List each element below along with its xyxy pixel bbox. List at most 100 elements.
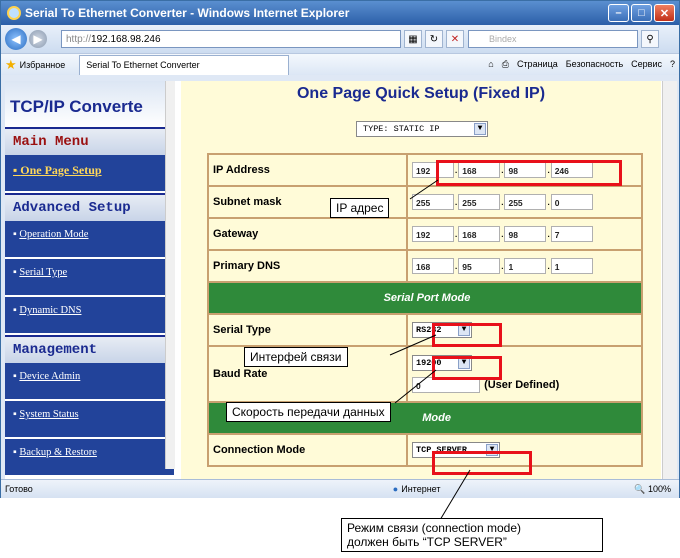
zoom-value: 100% <box>647 483 671 494</box>
address-bar: ◀ ▶ http://192.168.98.246 ▦ ↻ ✕ Bindex ⚲ <box>1 25 679 53</box>
row-gateway: Gateway 192. 168. 98. 7 <box>207 217 643 251</box>
browser-window: Serial To Ethernet Converter - Windows I… <box>0 0 680 498</box>
back-button[interactable]: ◀ <box>5 28 27 50</box>
row-dns: Primary DNS 168. 95. 1. 1 <box>207 249 643 283</box>
sidebar-item-label: Backup & Restore <box>19 447 97 458</box>
gateway-label: Gateway <box>207 217 408 251</box>
url-host: 192.168.98.246 <box>91 33 161 45</box>
subnet-octet-1[interactable]: 255 <box>412 194 454 210</box>
subnet-octet-4[interactable]: 0 <box>550 194 593 210</box>
ie-logo-icon <box>7 6 21 20</box>
annotation-interface: Интерфей связи <box>244 347 348 367</box>
sidebar-item-label: Device Admin <box>19 371 81 382</box>
title-bar: Serial To Ethernet Converter - Windows I… <box>1 1 679 25</box>
annotation-baud: Скорость передачи данных <box>226 402 391 422</box>
status-bar: Готово ● Интернет 🔍 100% <box>1 479 679 498</box>
dns-octet-3[interactable]: 1 <box>504 258 547 274</box>
row-connection-mode: Connection Mode TCP SERVER ▼ <box>207 433 643 467</box>
gateway-octet-1[interactable]: 192 <box>412 226 454 242</box>
favorites-label[interactable]: Избранное <box>20 60 66 70</box>
forward-button[interactable]: ▶ <box>29 30 47 48</box>
maximize-button[interactable]: □ <box>631 4 652 22</box>
sidebar-item-label: Operation Mode <box>19 229 89 240</box>
annotation-mode-line-2: должен быть “TCP SERVER” <box>347 535 507 549</box>
conn-mode-label: Connection Mode <box>207 433 408 467</box>
search-icon[interactable]: ⚲ <box>641 30 659 48</box>
dns-octet-2[interactable]: 95 <box>458 258 501 274</box>
cmd-safety[interactable]: Безопасность <box>566 59 623 70</box>
dns-cell: 168. 95. 1. 1 <box>406 249 643 283</box>
gateway-octet-3[interactable]: 98 <box>504 226 547 242</box>
tab-main[interactable]: Serial To Ethernet Converter <box>79 54 290 75</box>
type-select-value: TYPE: STATIC IP <box>363 124 440 134</box>
tab-label: Serial To Ethernet Converter <box>86 60 200 70</box>
search-input[interactable]: Bindex <box>468 30 638 48</box>
annotation-connection-mode: Режим связи (connection mode) должен быт… <box>341 518 603 552</box>
highlight-serial-type <box>432 323 502 347</box>
favorites-bar: ★ Избранное Serial To Ethernet Converter… <box>1 53 679 75</box>
gateway-octet-4[interactable]: 7 <box>550 226 593 242</box>
dns-octet-4[interactable]: 1 <box>550 258 593 274</box>
row-serial-port-mode: Serial Port Mode <box>207 281 643 315</box>
help-icon[interactable]: ? <box>670 59 675 70</box>
status-text: Готово <box>5 484 33 494</box>
dns-label: Primary DNS <box>207 249 408 283</box>
user-defined-label: (User Defined) <box>484 378 560 391</box>
dns-octet-1[interactable]: 168 <box>412 258 454 274</box>
gateway-cell: 192. 168. 98. 7 <box>406 217 643 251</box>
sidebar-item-label: System Status <box>19 409 79 420</box>
ip-label: IP Address <box>207 153 408 187</box>
annotation-mode-line-1: Режим связи (connection mode) <box>347 521 521 535</box>
zone-label: Интернет <box>401 484 441 494</box>
sidebar-scrollbar[interactable] <box>165 81 175 469</box>
sidebar-item-system-status[interactable]: ▪ System Status <box>5 401 174 439</box>
refresh-button[interactable]: ↻ <box>425 30 443 48</box>
serial-type-label: Serial Type <box>207 313 408 347</box>
subnet-octet-3[interactable]: 255 <box>504 194 547 210</box>
main-scrollbar[interactable] <box>662 81 677 479</box>
sidebar-item-dynamic-dns[interactable]: ▪ Dynamic DNS <box>5 297 174 335</box>
sidebar-item-device-admin[interactable]: ▪ Device Admin <box>5 363 174 401</box>
sidebar-item-backup-restore[interactable]: ▪ Backup & Restore <box>5 439 174 477</box>
globe-icon: ● <box>392 484 399 494</box>
zoom-icon: 🔍 <box>634 483 646 494</box>
row-serial-type: Serial Type RS232 ▼ <box>207 313 643 347</box>
highlight-ip <box>436 160 622 186</box>
stop-button[interactable]: ✕ <box>446 30 464 48</box>
brand-title: TCP/IP Converte <box>5 81 174 127</box>
window-title: Serial To Ethernet Converter - Windows I… <box>25 6 350 20</box>
sidebar-item-label: Serial Type <box>19 267 68 278</box>
zone-indicator: ● Интернет <box>393 484 441 494</box>
cmd-service[interactable]: Сервис <box>631 59 662 70</box>
type-select[interactable]: TYPE: STATIC IP ▼ <box>356 121 488 137</box>
highlight-conn-mode <box>432 451 532 475</box>
chevron-down-icon[interactable]: ▼ <box>474 123 486 135</box>
zoom-control[interactable]: 🔍 100% <box>634 484 671 495</box>
annotation-ip: IP адрес <box>330 198 390 218</box>
cmd-page[interactable]: Страница <box>517 59 558 70</box>
gateway-octet-2[interactable]: 168 <box>458 226 501 242</box>
sidebar-item-serial-type[interactable]: ▪ Serial Type <box>5 259 174 297</box>
section-advanced-setup: Advanced Setup <box>5 193 174 221</box>
section-management: Management <box>5 335 174 363</box>
subnet-cell: 255. 255. 255. 0 <box>406 185 643 219</box>
print-icon[interactable]: ⎙ <box>502 59 509 70</box>
page-title: One Page Quick Setup (Fixed IP) <box>296 85 546 102</box>
favorites-star-icon[interactable]: ★ <box>5 57 17 73</box>
close-button[interactable]: ✕ <box>654 4 675 22</box>
sidebar-item-one-page-setup[interactable]: ▪ One Page Setup <box>5 155 174 193</box>
home-icon[interactable]: ⌂ <box>488 59 493 70</box>
compat-icon[interactable]: ▦ <box>404 30 422 48</box>
url-protocol: http:// <box>66 33 92 45</box>
url-field[interactable]: http://192.168.98.246 <box>61 30 401 48</box>
serial-port-mode-header: Serial Port Mode <box>207 281 643 315</box>
sidebar-item-operation-mode[interactable]: ▪ Operation Mode <box>5 221 174 259</box>
row-subnet: Subnet mask 255. 255. 255. 0 <box>207 185 643 219</box>
sidebar: TCP/IP Converte Main Menu ▪ One Page Set… <box>5 81 175 477</box>
section-main-menu: Main Menu <box>5 127 174 155</box>
highlight-baud <box>432 356 502 380</box>
minimize-button[interactable]: – <box>608 4 629 22</box>
subnet-octet-2[interactable]: 255 <box>458 194 501 210</box>
sidebar-item-label: One Page Setup <box>20 163 102 177</box>
sidebar-item-label: Dynamic DNS <box>19 305 82 316</box>
